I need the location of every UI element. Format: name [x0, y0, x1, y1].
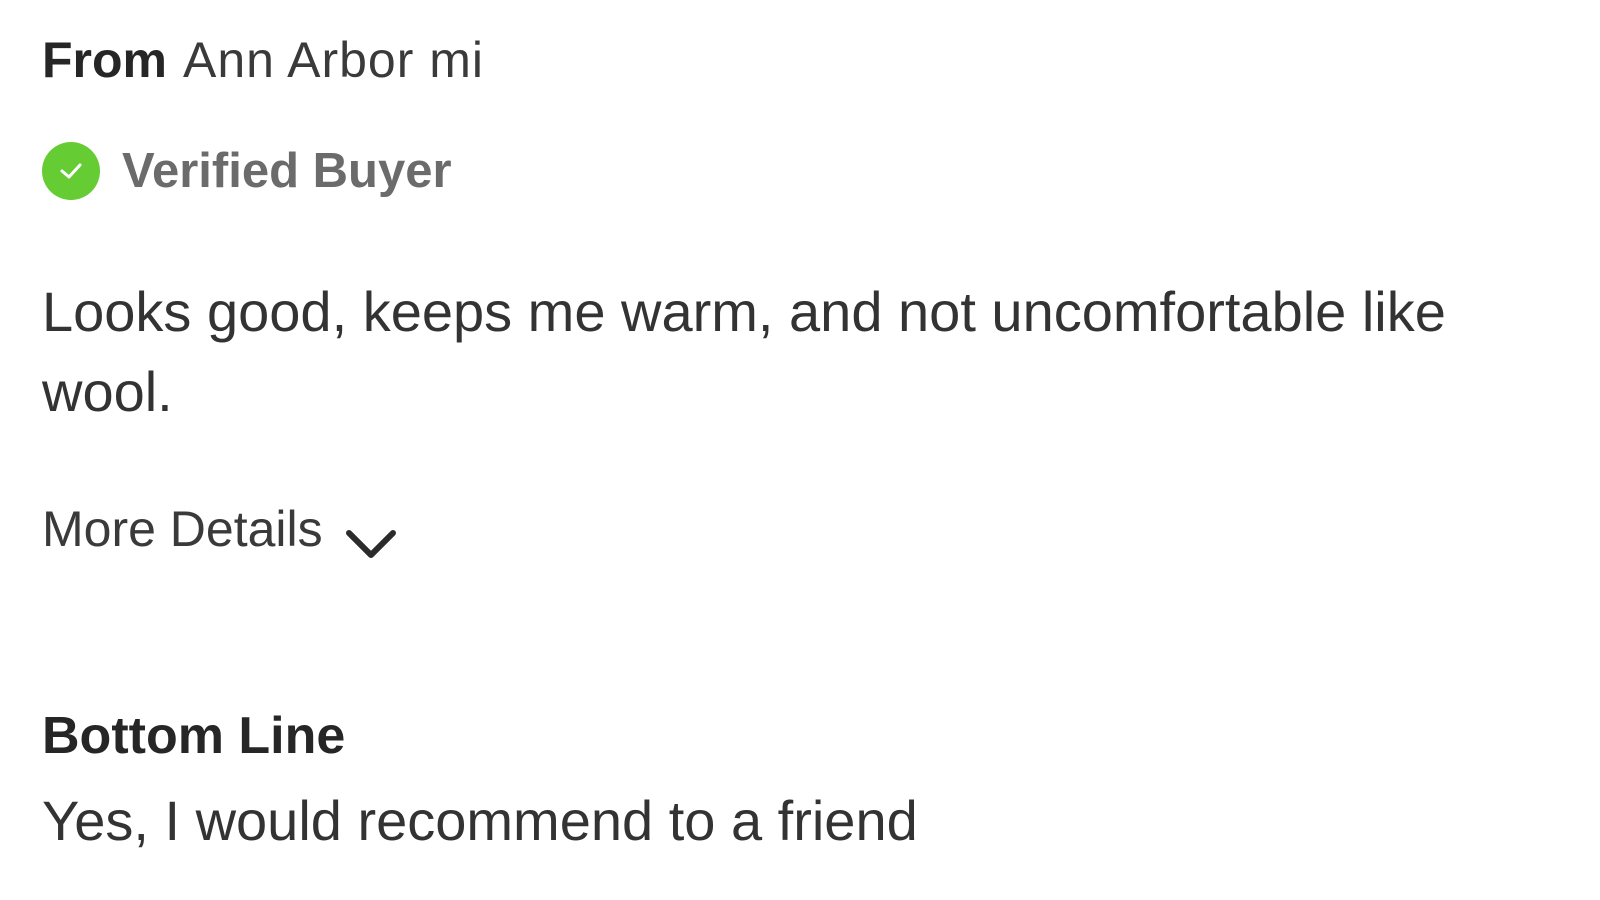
verified-buyer-label: Verified Buyer: [122, 144, 452, 198]
review-body-text: Looks good, keeps me warm, and not uncom…: [42, 280, 1446, 423]
bottom-line-heading: Bottom Line: [42, 707, 346, 765]
check-circle-icon: [42, 142, 100, 200]
reviewer-location: From Ann Arbor mi: [42, 30, 484, 90]
chevron-down-icon: [345, 513, 397, 558]
from-label: From: [42, 32, 167, 88]
checkmark-glyph: [60, 163, 82, 179]
from-value: Ann Arbor mi: [183, 32, 485, 88]
verified-buyer-badge: Verified Buyer: [42, 142, 452, 200]
bottom-line-recommendation: Yes, I would recommend to a friend: [42, 789, 918, 852]
more-details-toggle[interactable]: More Details: [42, 500, 397, 558]
cut-off-text-fragment: [87, 0, 147, 4]
more-details-label: More Details: [42, 501, 323, 557]
